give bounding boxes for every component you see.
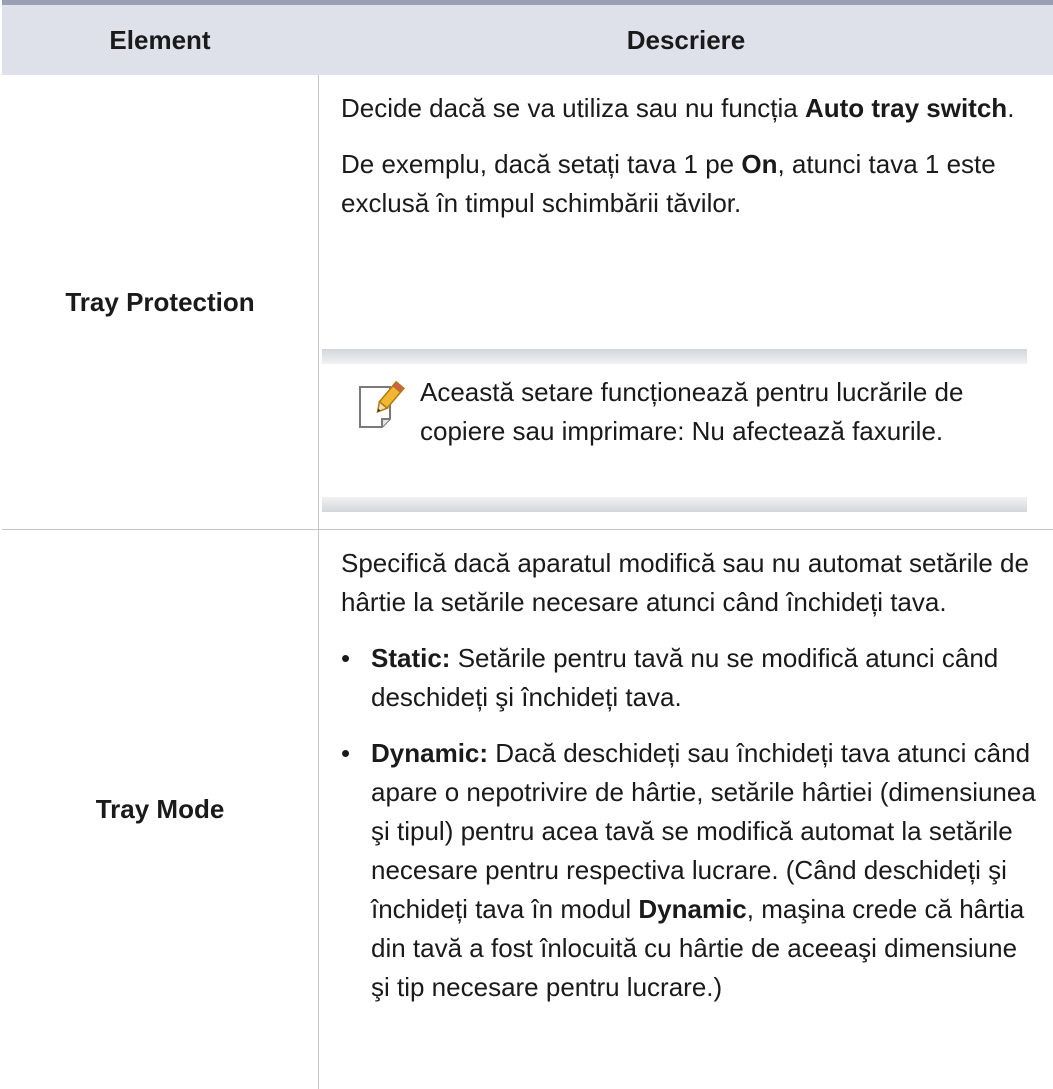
bullet: •	[341, 643, 351, 673]
note-pencil-icon	[357, 377, 405, 429]
list-item: • Dynamic: Dacă deschideți sau închideți …	[341, 734, 1041, 1007]
bullet: •	[341, 738, 351, 768]
column-divider	[318, 75, 319, 1089]
note-top-bar	[322, 349, 1027, 364]
header-element: Element	[109, 24, 211, 55]
row-element-tray-protection: Tray Protection	[65, 286, 255, 317]
description-paragraph: Specifică dacă aparatul modifică sau nu …	[341, 548, 1029, 617]
table-header: Element Descriere	[2, 5, 1053, 75]
option-list: • Static: Setările pentru tavă nu se modi…	[341, 639, 1041, 1007]
description-paragraph: Decide dacă se va utiliza sau nu funcția…	[341, 93, 1015, 123]
note-box: Această setare funcționează pentru lucră…	[322, 349, 1027, 512]
note-text: Această setare funcționează pentru lucră…	[420, 377, 964, 446]
list-item: • Static: Setările pentru tavă nu se modi…	[341, 639, 1041, 717]
note-bottom-bar	[322, 497, 1027, 512]
description-paragraph: De exemplu, dacă setați tava 1 pe On, at…	[341, 149, 996, 218]
row-description-tray-mode: Specifică dacă aparatul modifică sau nu …	[341, 544, 1041, 1007]
row-description-tray-protection: Decide dacă se va utiliza sau nu funcția…	[341, 89, 1041, 223]
header-description: Descriere	[626, 24, 746, 55]
row-element-tray-mode: Tray Mode	[95, 794, 225, 824]
